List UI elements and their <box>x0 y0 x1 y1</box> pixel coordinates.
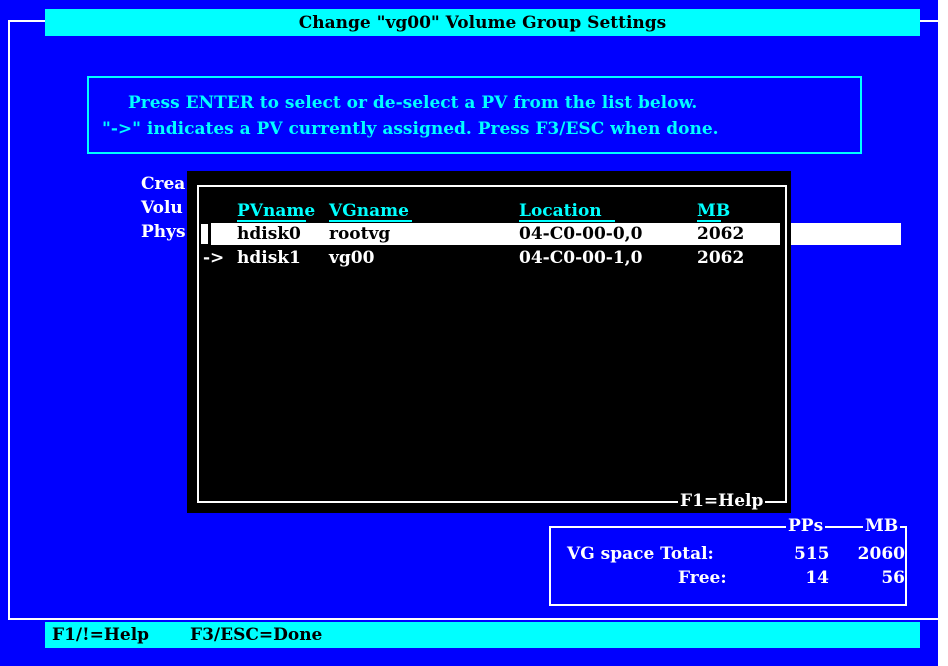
column-header-mb: MB <box>697 201 731 221</box>
window-title: Change "vg00" Volume Group Settings <box>298 13 667 33</box>
vg-space-header-mb: MB <box>863 515 901 537</box>
footer-help-key[interactable]: F1/!=Help <box>52 624 149 646</box>
vg-space-header-pps: PPs <box>786 515 826 537</box>
vg-space-free-label: Free: <box>678 568 727 588</box>
column-header-location: Location <box>519 201 602 221</box>
pv-location: 04-C0-00-1,0 <box>519 248 643 268</box>
pv-name: hdisk0 <box>237 224 301 244</box>
row-marker: -> <box>203 248 225 268</box>
instruction-line-1: Press ENTER to select or de-select a PV … <box>128 93 698 113</box>
vg-name: vg00 <box>329 248 375 268</box>
vg-space-total-label: VG space Total: <box>567 544 714 564</box>
column-header-pvname: PVname <box>237 201 316 221</box>
column-underline <box>519 220 615 222</box>
column-underline <box>237 220 306 222</box>
background-field-label: Crea <box>141 174 186 194</box>
pv-size-mb: 2062 <box>697 248 745 268</box>
footer-done-key[interactable]: F3/ESC=Done <box>190 624 322 646</box>
column-header-vgname: VGname <box>329 201 409 221</box>
vg-name: rootvg <box>329 224 391 244</box>
instruction-box <box>87 76 862 154</box>
pv-name: hdisk1 <box>237 248 301 268</box>
background-field-label: Volu <box>141 198 183 218</box>
table-row[interactable]: -> hdisk1 vg00 04-C0-00-1,0 2062 <box>199 247 779 269</box>
dialog-help-label[interactable]: F1=Help <box>678 490 766 512</box>
pv-size-mb: 2062 <box>697 224 745 244</box>
pv-location: 04-C0-00-0,0 <box>519 224 643 244</box>
background-field-label: Phys <box>141 222 186 242</box>
footer-bar <box>45 622 920 648</box>
column-underline <box>697 220 721 222</box>
screen: Change "vg00" Volume Group Settings Pres… <box>0 0 938 666</box>
vg-space-total-pps: 515 <box>794 544 830 564</box>
vg-space-box <box>549 526 907 606</box>
instruction-line-2: "->" indicates a PV currently assigned. … <box>102 119 719 139</box>
background-input-field <box>780 223 901 245</box>
cursor-block <box>201 224 208 244</box>
table-row[interactable]: hdisk0 rootvg 04-C0-00-0,0 2062 <box>211 223 780 245</box>
vg-space-free-pps: 14 <box>805 568 829 588</box>
column-underline <box>329 220 412 222</box>
vg-space-free-mb: 56 <box>881 568 905 588</box>
vg-space-total-mb: 2060 <box>857 544 905 564</box>
